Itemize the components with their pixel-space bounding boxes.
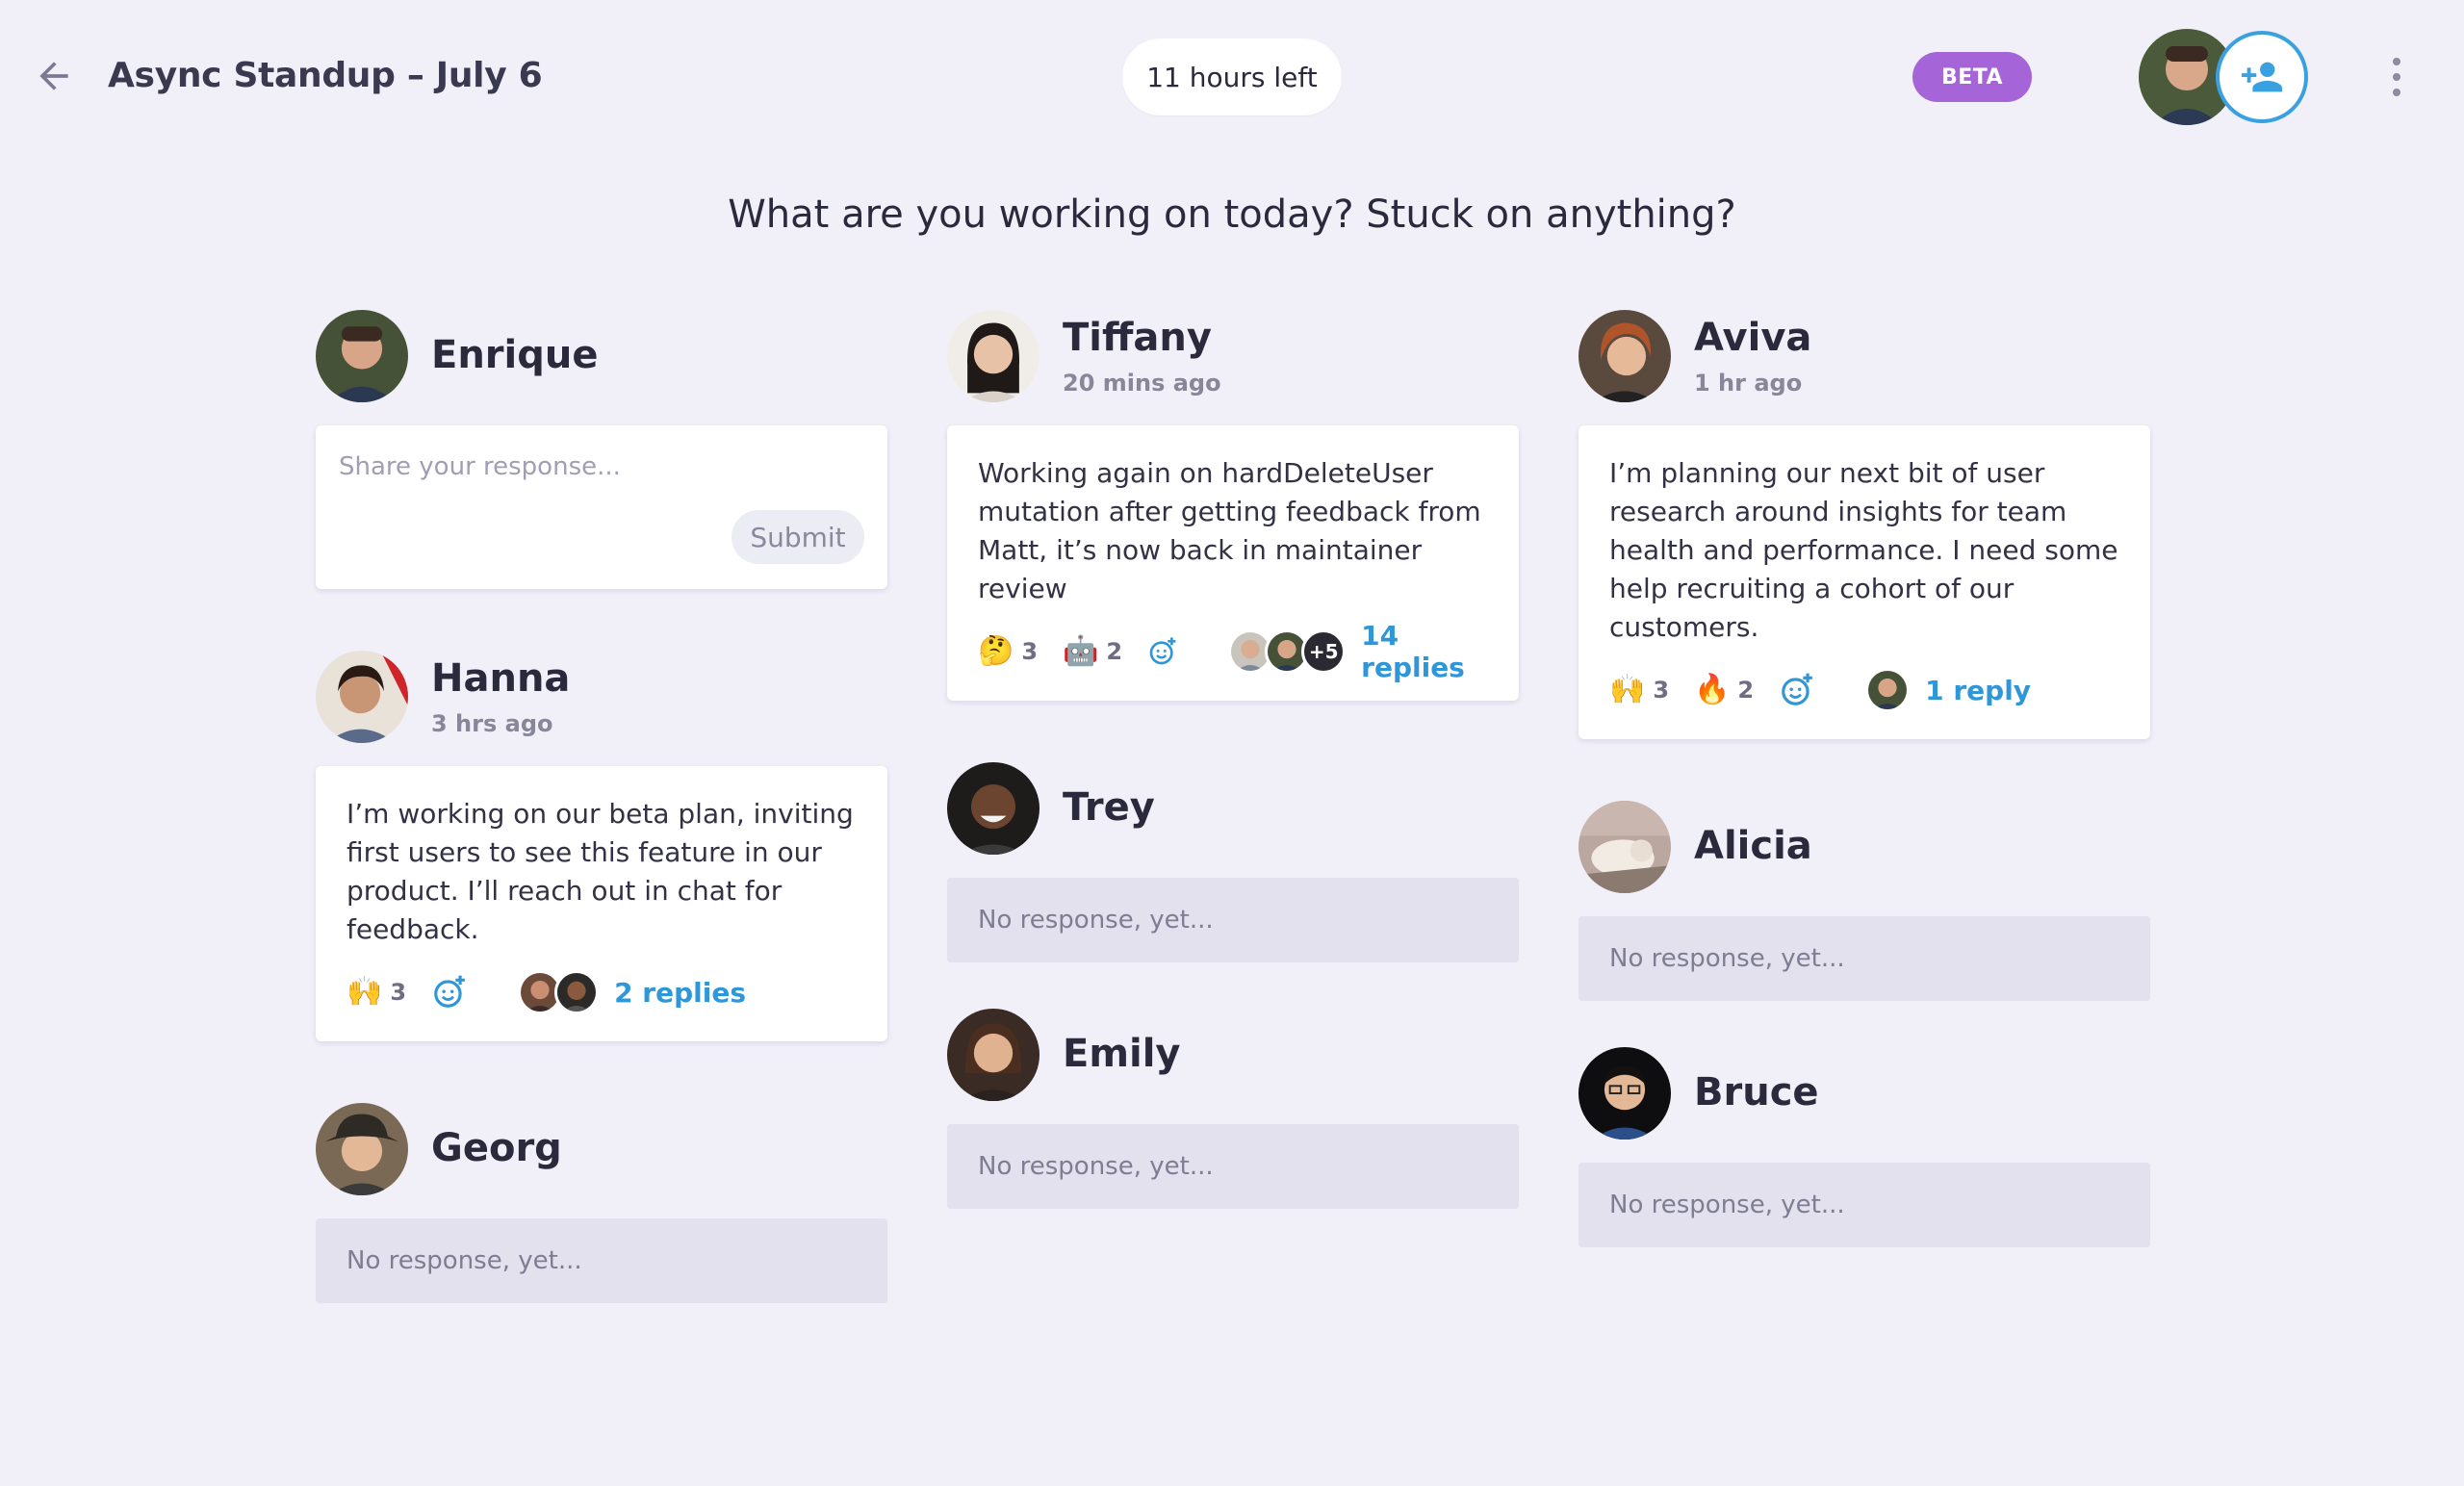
response-card: I’m working on our beta plan, inviting f… <box>316 766 887 1041</box>
response-card: Working again on hardDeleteUser mutation… <box>947 425 1519 701</box>
person-tiffany: Tiffany 20 mins ago Working again on har… <box>947 310 1519 701</box>
person-emily: Emily No response, yet... <box>947 1009 1519 1209</box>
reply-avatars: +5 <box>1228 629 1347 674</box>
column-1: Enrique Share your response... Submit Ha… <box>316 310 887 1303</box>
person-name: Aviva <box>1694 316 1812 360</box>
reaction-bar: 🙌 3 2 replies <box>346 970 857 1014</box>
avatar <box>947 310 1040 402</box>
add-reaction-icon[interactable] <box>1779 672 1815 708</box>
no-response-placeholder: No response, yet... <box>1578 916 2150 1001</box>
avatar <box>316 310 408 402</box>
person-name: Trey <box>1063 785 1155 830</box>
avatar <box>316 1103 408 1195</box>
column-2: Tiffany 20 mins ago Working again on har… <box>947 310 1519 1209</box>
no-response-placeholder: No response, yet... <box>316 1218 887 1303</box>
submit-button[interactable]: Submit <box>732 510 864 564</box>
more-repliers-badge: +5 <box>1301 629 1347 674</box>
person-name: Tiffany <box>1063 316 1212 360</box>
person-aviva: Aviva 1 hr ago I’m planning our next bit… <box>1578 310 2150 739</box>
time-left-badge: 11 hours left <box>1122 38 1342 115</box>
timestamp: 20 mins ago <box>1063 370 1221 397</box>
add-reaction-icon[interactable] <box>1147 633 1178 670</box>
add-person-icon <box>2241 62 2283 92</box>
no-response-placeholder: No response, yet... <box>1578 1163 2150 1247</box>
response-input-card: Share your response... Submit <box>316 425 887 589</box>
page-title: Async Standup – July 6 <box>108 56 543 95</box>
no-response-placeholder: No response, yet... <box>947 1124 1519 1209</box>
person-georg: Georg No response, yet... <box>316 1103 887 1303</box>
add-reaction-icon[interactable] <box>431 974 468 1011</box>
timestamp: 1 hr ago <box>1694 370 1803 397</box>
reaction[interactable]: 🙌 3 <box>346 978 406 1007</box>
avatar <box>316 651 408 743</box>
replies-link[interactable]: 1 reply <box>1925 675 2031 706</box>
response-text: Working again on hardDeleteUser mutation… <box>978 457 1481 604</box>
person-name: Georg <box>431 1126 562 1170</box>
response-text: I’m planning our next bit of user resear… <box>1609 457 2118 643</box>
back-arrow-icon[interactable] <box>33 55 75 97</box>
person-name: Emily <box>1063 1032 1181 1076</box>
avatar <box>1578 1047 1671 1140</box>
reaction-bar: 🤔 3 🤖 2 +5 14 replies <box>978 620 1488 683</box>
response-card: I’m planning our next bit of user resear… <box>1578 425 2150 739</box>
person-bruce: Bruce No response, yet... <box>1578 1047 2150 1247</box>
avatar <box>1865 668 1911 712</box>
beta-badge: BETA <box>1912 52 2032 102</box>
column-3: Aviva 1 hr ago I’m planning our next bit… <box>1578 310 2150 1247</box>
person-name: Hanna <box>431 656 571 701</box>
avatar <box>1578 801 1671 893</box>
replies-link[interactable]: 2 replies <box>614 977 746 1009</box>
person-alicia: Alicia No response, yet... <box>1578 801 2150 1001</box>
reaction-bar: 🙌 3 🔥 2 1 reply <box>1609 668 2119 712</box>
reaction[interactable]: 🔥 2 <box>1694 676 1754 705</box>
person-trey: Trey No response, yet... <box>947 762 1519 962</box>
no-response-placeholder: No response, yet... <box>947 878 1519 962</box>
replies-link[interactable]: 14 replies <box>1361 620 1488 683</box>
person-hanna: Hanna 3 hrs ago I’m working on our beta … <box>316 651 887 1041</box>
response-input[interactable]: Share your response... <box>339 452 621 481</box>
avatar <box>554 970 600 1014</box>
avatar <box>947 762 1040 855</box>
timestamp: 3 hrs ago <box>431 710 553 737</box>
invite-person-button[interactable] <box>2216 31 2308 123</box>
reaction[interactable]: 🤔 3 <box>978 637 1038 666</box>
reply-avatars <box>518 970 600 1014</box>
response-text: I’m working on our beta plan, inviting f… <box>346 798 854 945</box>
top-bar: Async Standup – July 6 11 hours left BET… <box>0 0 2464 154</box>
more-vertical-icon[interactable] <box>2370 58 2424 96</box>
avatar <box>1578 310 1671 402</box>
avatar <box>947 1009 1040 1101</box>
reaction[interactable]: 🤖 2 <box>1063 637 1122 666</box>
standup-question: What are you working on today? Stuck on … <box>728 192 1736 237</box>
person-name: Enrique <box>431 333 599 377</box>
reaction[interactable]: 🙌 3 <box>1609 676 1669 705</box>
person-name: Alicia <box>1694 824 1812 868</box>
person-name: Bruce <box>1694 1070 1819 1114</box>
person-enrique: Enrique Share your response... Submit <box>316 310 887 589</box>
reply-avatars <box>1865 668 1911 712</box>
